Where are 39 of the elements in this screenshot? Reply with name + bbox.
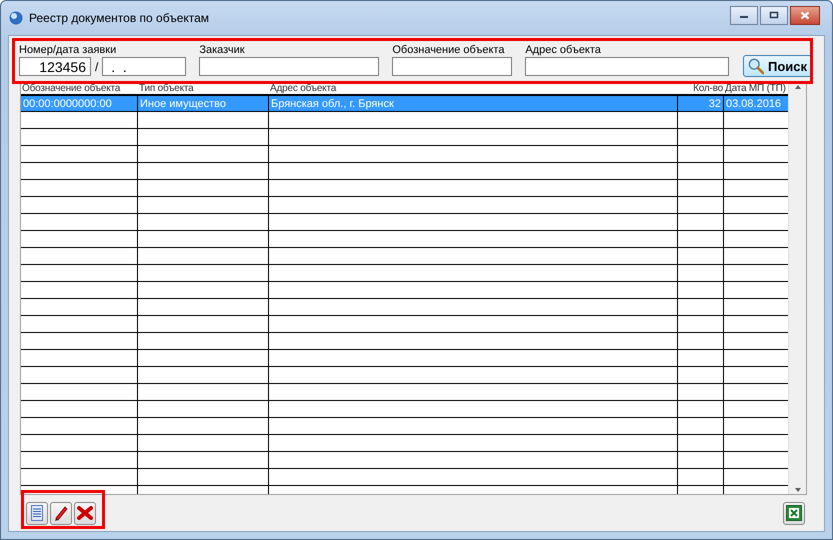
window-title: Реестр документов по объектам: [29, 11, 210, 25]
close-icon: [77, 505, 93, 521]
input-field[interactable]: [525, 57, 730, 76]
scroll-down-icon: [794, 486, 802, 494]
edit-button[interactable]: [50, 502, 72, 524]
globe-icon: [9, 11, 23, 25]
document-icon: [31, 505, 43, 521]
column-header[interactable]: Адрес объекта: [269, 83, 678, 94]
scrollbar[interactable]: [788, 83, 806, 494]
search-button[interactable]: Поиск: [743, 55, 812, 77]
table-cell: Брянская обл., г. Брянск: [269, 96, 678, 111]
export-button[interactable]: [783, 502, 805, 524]
scroll-up-icon: [794, 83, 802, 91]
field-label: Адрес объекта: [525, 44, 602, 57]
table-cell: 32: [678, 96, 724, 111]
input-field[interactable]: [392, 57, 512, 76]
separator: /: [95, 60, 98, 74]
minimize-button[interactable]: [730, 6, 758, 24]
delete-button[interactable]: [74, 502, 96, 524]
column-header[interactable]: Дата МП (ТП): [724, 83, 788, 94]
pencil-icon: [53, 505, 69, 521]
column-header[interactable]: Тип объекта: [138, 83, 269, 94]
maximize-button[interactable]: [760, 6, 788, 24]
search-icon: [748, 57, 764, 75]
number-field[interactable]: 123456: [19, 57, 91, 76]
spreadsheet-icon: [786, 505, 802, 521]
field-label: Номер/дата заявки: [19, 44, 118, 57]
date-field[interactable]: . .: [102, 57, 186, 76]
table-cell: 00:00:0000000:00: [21, 96, 138, 111]
close-icon: [800, 10, 810, 20]
input-field[interactable]: [199, 57, 380, 76]
table-cell: Иное имущество: [138, 96, 269, 111]
maximize-icon: [769, 11, 779, 19]
new-button[interactable]: [26, 502, 48, 524]
column-header[interactable]: Обозначение объекта: [21, 83, 138, 94]
field-label: Обозначение объекта: [392, 44, 506, 57]
close-button[interactable]: [790, 6, 820, 24]
field-label: Заказчик: [199, 44, 246, 57]
column-header[interactable]: Кол-во: [678, 83, 724, 94]
